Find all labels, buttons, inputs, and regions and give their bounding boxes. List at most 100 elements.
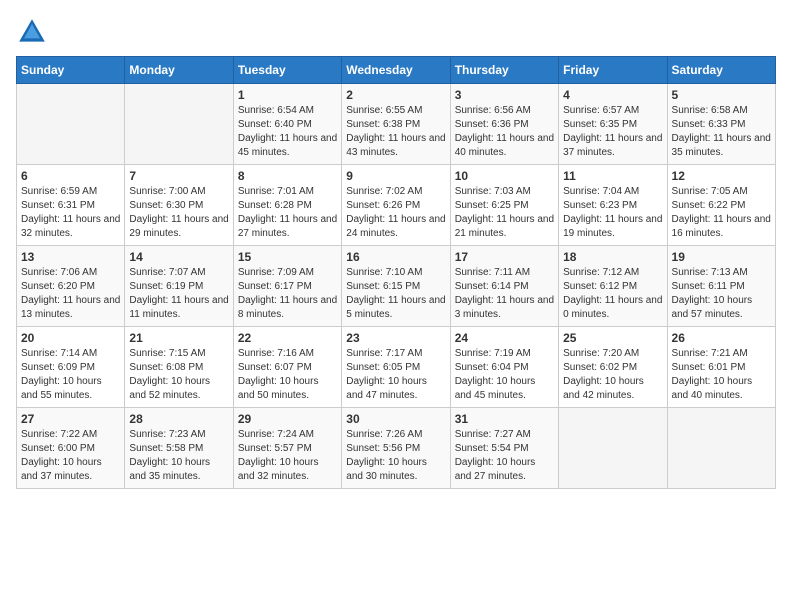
- calendar-cell: 14Sunrise: 7:07 AMSunset: 6:19 PMDayligh…: [125, 246, 233, 327]
- calendar-cell: 11 Sunrise: 7:04 AMSunset: 6:23 PMDayligh…: [559, 165, 667, 246]
- calendar-cell: 4 Sunrise: 6:57 AMSunset: 6:35 PMDaylight…: [559, 84, 667, 165]
- calendar-week-2: 13Sunrise: 7:06 AMSunset: 6:20 PMDayligh…: [17, 246, 776, 327]
- day-number: 12: [672, 169, 771, 183]
- day-info: Sunrise: 6:58 AMSunset: 6:33 PMDaylight:…: [672, 104, 771, 160]
- day-info: Sunrise: 7:24 AMSunset: 5:57 PMDaylight:…: [238, 428, 337, 484]
- header-saturday: Saturday: [667, 57, 775, 84]
- calendar-cell: 18 Sunrise: 7:12 AMSunset: 6:12 PMDayligh…: [559, 246, 667, 327]
- day-number: 26: [672, 331, 771, 345]
- header-tuesday: Tuesday: [233, 57, 341, 84]
- calendar-cell: 13Sunrise: 7:06 AMSunset: 6:20 PMDayligh…: [17, 246, 125, 327]
- day-number: 8: [238, 169, 337, 183]
- day-info: Sunrise: 7:04 AMSunset: 6:23 PMDaylight:…: [563, 185, 662, 241]
- day-number: 3: [455, 88, 554, 102]
- calendar-cell: 29 Sunrise: 7:24 AMSunset: 5:57 PMDayligh…: [233, 408, 341, 489]
- day-number: 7: [129, 169, 228, 183]
- day-info: Sunrise: 7:05 AMSunset: 6:22 PMDaylight:…: [672, 185, 771, 241]
- day-number: 9: [346, 169, 445, 183]
- day-info: Sunrise: 7:10 AMSunset: 6:15 PMDaylight:…: [346, 266, 445, 322]
- calendar-cell: 10Sunrise: 7:03 AMSunset: 6:25 PMDayligh…: [450, 165, 558, 246]
- calendar-cell: 30 Sunrise: 7:26 AMSunset: 5:56 PMDayligh…: [342, 408, 450, 489]
- calendar-cell: 21Sunrise: 7:15 AMSunset: 6:08 PMDayligh…: [125, 327, 233, 408]
- calendar-cell: 31 Sunrise: 7:27 AMSunset: 5:54 PMDayligh…: [450, 408, 558, 489]
- calendar-week-1: 6Sunrise: 6:59 AMSunset: 6:31 PMDaylight…: [17, 165, 776, 246]
- day-info: Sunrise: 7:12 AMSunset: 6:12 PMDaylight:…: [563, 266, 662, 322]
- calendar-cell: 6Sunrise: 6:59 AMSunset: 6:31 PMDaylight…: [17, 165, 125, 246]
- day-info: Sunrise: 7:21 AMSunset: 6:01 PMDaylight:…: [672, 347, 771, 403]
- day-number: 4: [563, 88, 662, 102]
- calendar-cell: 16Sunrise: 7:10 AMSunset: 6:15 PMDayligh…: [342, 246, 450, 327]
- calendar-cell: 8 Sunrise: 7:01 AMSunset: 6:28 PMDaylight…: [233, 165, 341, 246]
- day-number: 18: [563, 250, 662, 264]
- day-number: 31: [455, 412, 554, 426]
- day-number: 22: [238, 331, 337, 345]
- calendar-cell: 15 Sunrise: 7:09 AMSunset: 6:17 PMDayligh…: [233, 246, 341, 327]
- day-info: Sunrise: 7:14 AMSunset: 6:09 PMDaylight:…: [21, 347, 120, 403]
- day-info: Sunrise: 7:06 AMSunset: 6:20 PMDaylight:…: [21, 266, 120, 322]
- day-info: Sunrise: 6:54 AMSunset: 6:40 PMDaylight:…: [238, 104, 337, 160]
- day-info: Sunrise: 7:26 AMSunset: 5:56 PMDaylight:…: [346, 428, 445, 484]
- day-info: Sunrise: 6:57 AMSunset: 6:35 PMDaylight:…: [563, 104, 662, 160]
- day-info: Sunrise: 6:56 AMSunset: 6:36 PMDaylight:…: [455, 104, 554, 160]
- calendar-cell: 5Sunrise: 6:58 AMSunset: 6:33 PMDaylight…: [667, 84, 775, 165]
- day-info: Sunrise: 6:55 AMSunset: 6:38 PMDaylight:…: [346, 104, 445, 160]
- calendar-table: SundayMondayTuesdayWednesdayThursdayFrid…: [16, 56, 776, 489]
- day-info: Sunrise: 7:20 AMSunset: 6:02 PMDaylight:…: [563, 347, 662, 403]
- calendar-cell: 9 Sunrise: 7:02 AMSunset: 6:26 PMDaylight…: [342, 165, 450, 246]
- day-info: Sunrise: 7:02 AMSunset: 6:26 PMDaylight:…: [346, 185, 445, 241]
- calendar-cell: 19 Sunrise: 7:13 AMSunset: 6:11 PMDayligh…: [667, 246, 775, 327]
- day-number: 30: [346, 412, 445, 426]
- header-friday: Friday: [559, 57, 667, 84]
- calendar-cell: [667, 408, 775, 489]
- day-info: Sunrise: 7:19 AMSunset: 6:04 PMDaylight:…: [455, 347, 554, 403]
- day-info: Sunrise: 7:01 AMSunset: 6:28 PMDaylight:…: [238, 185, 337, 241]
- calendar-cell: 2 Sunrise: 6:55 AMSunset: 6:38 PMDaylight…: [342, 84, 450, 165]
- day-info: Sunrise: 7:22 AMSunset: 6:00 PMDaylight:…: [21, 428, 120, 484]
- day-number: 10: [455, 169, 554, 183]
- calendar-cell: 23Sunrise: 7:17 AMSunset: 6:05 PMDayligh…: [342, 327, 450, 408]
- day-info: Sunrise: 7:27 AMSunset: 5:54 PMDaylight:…: [455, 428, 554, 484]
- calendar-week-3: 20Sunrise: 7:14 AMSunset: 6:09 PMDayligh…: [17, 327, 776, 408]
- calendar-week-0: 1 Sunrise: 6:54 AMSunset: 6:40 PMDaylight…: [17, 84, 776, 165]
- calendar-cell: 27 Sunrise: 7:22 AMSunset: 6:00 PMDayligh…: [17, 408, 125, 489]
- day-info: Sunrise: 7:15 AMSunset: 6:08 PMDaylight:…: [129, 347, 228, 403]
- calendar-week-4: 27 Sunrise: 7:22 AMSunset: 6:00 PMDayligh…: [17, 408, 776, 489]
- calendar-cell: 1 Sunrise: 6:54 AMSunset: 6:40 PMDaylight…: [233, 84, 341, 165]
- calendar-header-row: SundayMondayTuesdayWednesdayThursdayFrid…: [17, 57, 776, 84]
- day-number: 29: [238, 412, 337, 426]
- day-info: Sunrise: 7:16 AMSunset: 6:07 PMDaylight:…: [238, 347, 337, 403]
- day-number: 1: [238, 88, 337, 102]
- day-number: 28: [129, 412, 228, 426]
- calendar-cell: 28 Sunrise: 7:23 AMSunset: 5:58 PMDayligh…: [125, 408, 233, 489]
- day-number: 17: [455, 250, 554, 264]
- calendar-cell: 7 Sunrise: 7:00 AMSunset: 6:30 PMDaylight…: [125, 165, 233, 246]
- calendar-cell: 3 Sunrise: 6:56 AMSunset: 6:36 PMDaylight…: [450, 84, 558, 165]
- day-number: 2: [346, 88, 445, 102]
- day-info: Sunrise: 7:00 AMSunset: 6:30 PMDaylight:…: [129, 185, 228, 241]
- day-number: 25: [563, 331, 662, 345]
- day-number: 15: [238, 250, 337, 264]
- calendar-cell: [125, 84, 233, 165]
- calendar-cell: [559, 408, 667, 489]
- header-thursday: Thursday: [450, 57, 558, 84]
- calendar-cell: 26 Sunrise: 7:21 AMSunset: 6:01 PMDayligh…: [667, 327, 775, 408]
- calendar-cell: 25 Sunrise: 7:20 AMSunset: 6:02 PMDayligh…: [559, 327, 667, 408]
- day-number: 19: [672, 250, 771, 264]
- calendar-cell: 24Sunrise: 7:19 AMSunset: 6:04 PMDayligh…: [450, 327, 558, 408]
- header: [16, 16, 776, 48]
- day-info: Sunrise: 7:07 AMSunset: 6:19 PMDaylight:…: [129, 266, 228, 322]
- header-sunday: Sunday: [17, 57, 125, 84]
- calendar-cell: 12 Sunrise: 7:05 AMSunset: 6:22 PMDayligh…: [667, 165, 775, 246]
- day-info: Sunrise: 7:23 AMSunset: 5:58 PMDaylight:…: [129, 428, 228, 484]
- calendar-cell: 22 Sunrise: 7:16 AMSunset: 6:07 PMDayligh…: [233, 327, 341, 408]
- day-info: Sunrise: 7:11 AMSunset: 6:14 PMDaylight:…: [455, 266, 554, 322]
- day-number: 11: [563, 169, 662, 183]
- day-info: Sunrise: 7:13 AMSunset: 6:11 PMDaylight:…: [672, 266, 771, 322]
- day-number: 27: [21, 412, 120, 426]
- logo-icon: [16, 16, 48, 48]
- day-info: Sunrise: 7:09 AMSunset: 6:17 PMDaylight:…: [238, 266, 337, 322]
- header-monday: Monday: [125, 57, 233, 84]
- day-info: Sunrise: 6:59 AMSunset: 6:31 PMDaylight:…: [21, 185, 120, 241]
- calendar-cell: 17 Sunrise: 7:11 AMSunset: 6:14 PMDayligh…: [450, 246, 558, 327]
- calendar-cell: [17, 84, 125, 165]
